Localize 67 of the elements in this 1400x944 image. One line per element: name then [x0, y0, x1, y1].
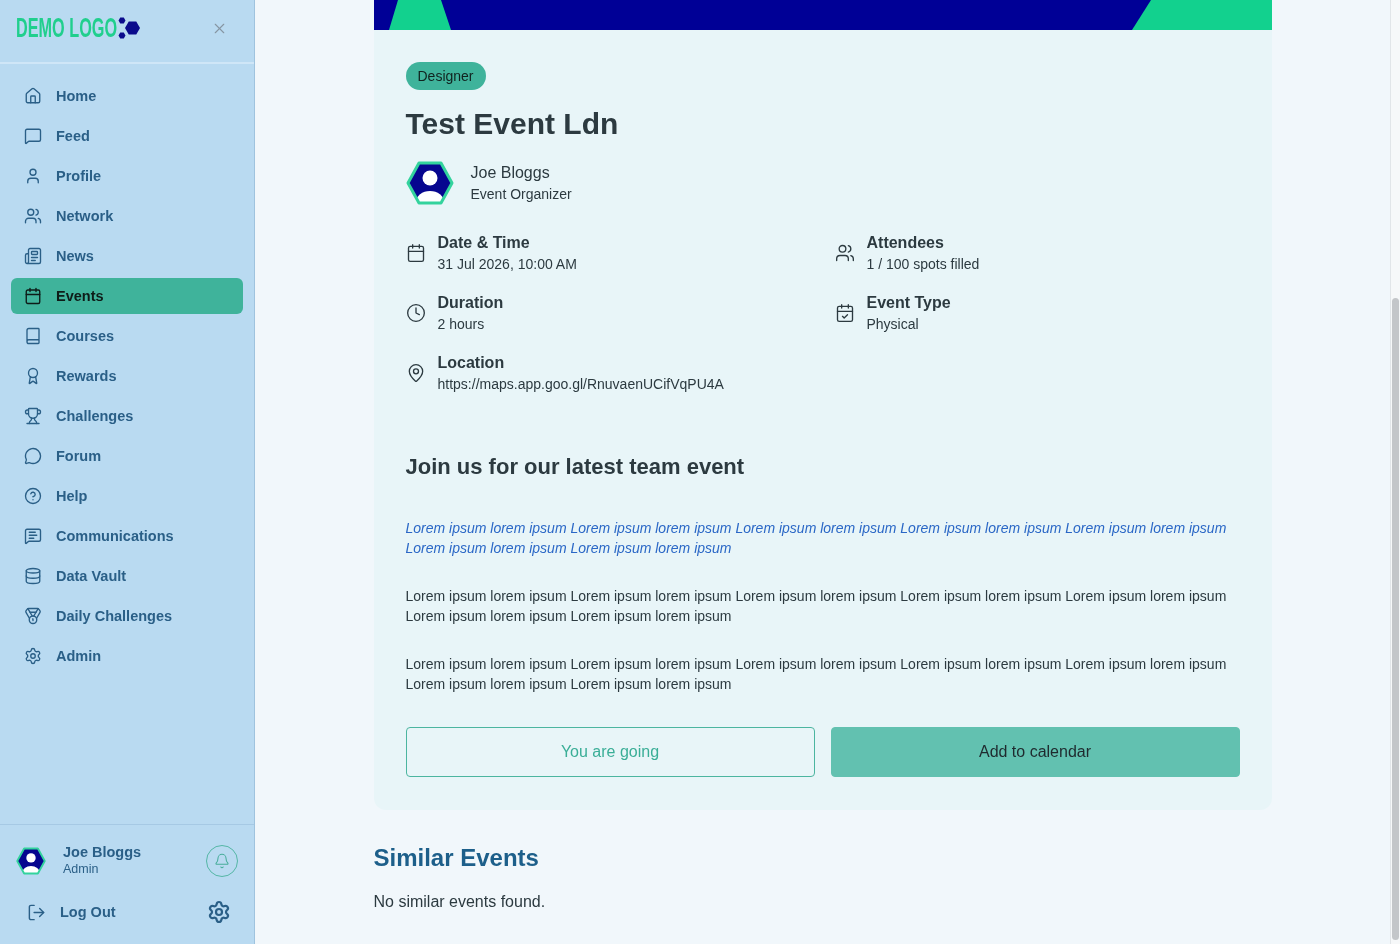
- nav-item[interactable]: News: [11, 238, 243, 274]
- person-icon: [24, 167, 42, 185]
- category-tag: Designer: [405, 62, 486, 90]
- body-paragraph: Lorem ipsum lorem ipsum Lorem ipsum lorem ipsum Lorem ipsum lorem ipsum Lorem ipsum lorem ipsum Lorem ipsum lorem ipsum Lorem ipsum lorem ipsum Lorem ipsum lorem ipsum: [405, 655, 1228, 694]
- user-name: Joe Bloggs: [63, 843, 142, 861]
- clock-icon: [405, 303, 426, 323]
- settings-icon: [24, 647, 42, 665]
- user-avatar: [16, 846, 46, 875]
- nav-item[interactable]: Home: [11, 78, 243, 114]
- logout-icon: [27, 902, 46, 922]
- nav-item[interactable]: Profile: [11, 158, 243, 194]
- detail-label: Attendees: [866, 233, 945, 253]
- detail-value: 31 Jul 2026, 10:00 AM: [437, 255, 577, 274]
- detail-label: Duration: [437, 293, 504, 313]
- medal-icon: [24, 607, 42, 625]
- logo-mark-icon: [118, 17, 141, 39]
- speech-bubble-icon: [24, 127, 42, 145]
- logout-button[interactable]: Log Out: [27, 902, 116, 922]
- database-icon: [24, 567, 42, 585]
- section-title: Similar Events: [373, 843, 540, 873]
- organizer-name: Joe Bloggs: [470, 163, 551, 183]
- home-icon: [24, 87, 42, 105]
- body-paragraph: Lorem ipsum lorem ipsum Lorem ipsum lorem ipsum Lorem ipsum lorem ipsum Lorem ipsum lorem ipsum Lorem ipsum lorem ipsum Lorem ipsum lorem ipsum Lorem ipsum lorem ipsum: [405, 587, 1228, 626]
- calendar-check-icon: [834, 303, 855, 323]
- organizer-role: Event Organizer: [470, 185, 572, 204]
- nav-item[interactable]: Feed: [11, 118, 243, 154]
- organizer-avatar: [405, 161, 454, 205]
- event-title: Test Event Ldn: [405, 106, 620, 142]
- people-icon: [834, 243, 855, 263]
- people-icon: [24, 207, 42, 225]
- settings-icon: [207, 900, 231, 924]
- detail-label: Location: [437, 353, 506, 373]
- lead-paragraph: Lorem ipsum lorem ipsum Lorem ipsum lorem ipsum Lorem ipsum lorem ipsum Lorem ipsum lorem ipsum Lorem ipsum lorem ipsum Lorem ipsum lorem ipsum Lorem ipsum lorem ipsum: [405, 519, 1228, 558]
- calendar-icon: [405, 243, 426, 263]
- detail-value: Physical: [866, 315, 920, 334]
- add-to-calendar-button[interactable]: Add to calendar: [830, 727, 1240, 777]
- bell-icon: [214, 852, 230, 869]
- nav-item[interactable]: Forum: [11, 438, 243, 474]
- nav-item[interactable]: Network: [11, 198, 243, 234]
- nav-item[interactable]: Challenges: [11, 398, 243, 434]
- newspaper-icon: [24, 247, 42, 265]
- nav-item[interactable]: Rewards: [11, 358, 243, 394]
- attendance-button[interactable]: You are going: [405, 727, 815, 777]
- logo-text: DEMO LOGO: [16, 14, 118, 42]
- nav-item[interactable]: Help: [11, 478, 243, 514]
- nav-item[interactable]: Courses: [11, 318, 243, 354]
- calendar-icon: [24, 287, 42, 305]
- message-lines-icon: [24, 527, 42, 545]
- user-role: Admin: [63, 861, 100, 878]
- help-icon: [24, 487, 42, 505]
- chat-bubble-icon: [24, 447, 42, 465]
- detail-value: 2 hours: [437, 315, 486, 334]
- scrollbar-thumb[interactable]: [1392, 298, 1399, 940]
- trophy-icon: [24, 407, 42, 425]
- nav-item[interactable]: Data Vault: [11, 558, 243, 594]
- settings-button[interactable]: [207, 900, 231, 924]
- nav-item[interactable]: Events: [11, 278, 243, 314]
- detail-label: Event Type: [866, 293, 951, 313]
- description-heading: Join us for our latest team event: [405, 453, 746, 481]
- detail-value: 1 / 100 spots filled: [866, 255, 980, 274]
- detail-value: https://maps.app.goo.gl/RnuvaenUCifVqPU4A: [437, 375, 724, 394]
- nav-item[interactable]: Admin: [11, 638, 243, 674]
- nav-item[interactable]: Daily Challenges: [11, 598, 243, 634]
- empty-message: No similar events found.: [373, 892, 547, 912]
- detail-label: Date & Time: [437, 233, 531, 253]
- book-icon: [24, 327, 42, 345]
- nav-item[interactable]: Communications: [11, 518, 243, 554]
